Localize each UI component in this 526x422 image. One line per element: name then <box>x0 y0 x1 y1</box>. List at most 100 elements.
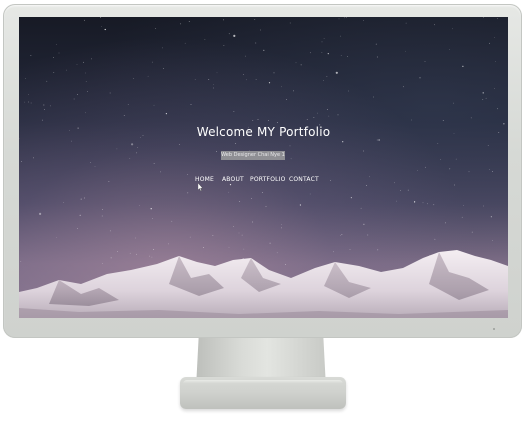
star <box>494 88 495 89</box>
star <box>204 39 206 40</box>
star <box>228 191 230 193</box>
star <box>235 143 237 144</box>
star <box>293 90 294 92</box>
star <box>373 96 374 98</box>
star <box>77 94 78 96</box>
star <box>150 208 152 210</box>
star <box>337 114 339 116</box>
star <box>194 79 196 81</box>
star <box>136 152 138 154</box>
star <box>139 205 141 206</box>
snowy-mountains-image <box>19 250 508 318</box>
star <box>326 109 328 111</box>
star <box>299 204 301 206</box>
star <box>489 42 490 44</box>
star <box>104 28 106 31</box>
star <box>422 202 424 204</box>
star <box>71 140 72 142</box>
star <box>485 97 487 99</box>
star <box>25 77 26 79</box>
star <box>468 171 470 173</box>
star <box>33 157 34 159</box>
nav-item-about[interactable]: ABOUT <box>222 176 244 183</box>
star <box>300 64 302 66</box>
star <box>492 171 493 172</box>
star <box>321 52 323 53</box>
star <box>188 21 190 22</box>
star <box>160 171 162 173</box>
star <box>28 101 29 103</box>
star <box>482 99 484 100</box>
star <box>100 17 102 19</box>
star <box>363 223 365 225</box>
star <box>84 19 85 21</box>
star <box>91 58 92 60</box>
star <box>63 202 64 204</box>
star <box>434 238 436 240</box>
star <box>43 108 45 110</box>
star <box>440 159 442 160</box>
star <box>437 142 439 144</box>
star <box>163 68 164 69</box>
star <box>101 215 103 217</box>
star <box>376 56 378 58</box>
star <box>347 56 348 57</box>
star <box>261 192 263 194</box>
star <box>267 120 269 121</box>
star <box>187 174 189 175</box>
site-title: Welcome MY Portfolio <box>196 125 331 139</box>
star <box>281 227 282 229</box>
star <box>30 55 32 56</box>
star <box>184 42 186 44</box>
star <box>84 197 85 199</box>
star <box>449 168 451 170</box>
star <box>367 234 369 236</box>
star <box>281 86 282 88</box>
star <box>402 86 404 88</box>
star <box>83 61 84 63</box>
star <box>260 29 261 31</box>
star <box>152 217 153 219</box>
star <box>216 72 218 74</box>
star <box>233 110 235 112</box>
star <box>85 81 87 82</box>
star <box>233 34 236 37</box>
star <box>255 79 257 81</box>
nav-item-home[interactable]: HOME <box>195 176 214 183</box>
star <box>53 57 54 58</box>
star <box>396 200 397 202</box>
star <box>497 108 499 110</box>
star <box>414 201 416 203</box>
star <box>494 37 495 39</box>
star <box>244 55 246 57</box>
monitor-stand-base-highlight <box>183 380 343 384</box>
star <box>223 19 225 21</box>
star <box>268 82 271 84</box>
star <box>116 148 118 150</box>
star <box>452 28 453 30</box>
star <box>360 207 362 209</box>
star <box>49 105 51 107</box>
star <box>109 92 111 94</box>
nav-item-portfolio[interactable]: PORTFOLIO <box>250 176 286 183</box>
star <box>153 104 155 106</box>
nav-item-contact[interactable]: CONTACT <box>289 176 319 183</box>
tagline-badge: Web Designer Chai Nye 1 <box>221 151 285 160</box>
star <box>335 71 338 74</box>
star <box>455 158 457 160</box>
star <box>405 50 406 52</box>
star <box>28 94 29 95</box>
star <box>127 104 129 105</box>
star <box>251 197 252 199</box>
star <box>85 72 86 74</box>
star <box>46 80 48 82</box>
star <box>424 61 426 62</box>
star <box>427 203 428 205</box>
star <box>488 168 490 170</box>
star <box>137 147 139 148</box>
star <box>321 41 323 43</box>
star <box>424 166 426 168</box>
star <box>309 52 311 54</box>
star <box>55 44 57 45</box>
star <box>53 72 55 73</box>
